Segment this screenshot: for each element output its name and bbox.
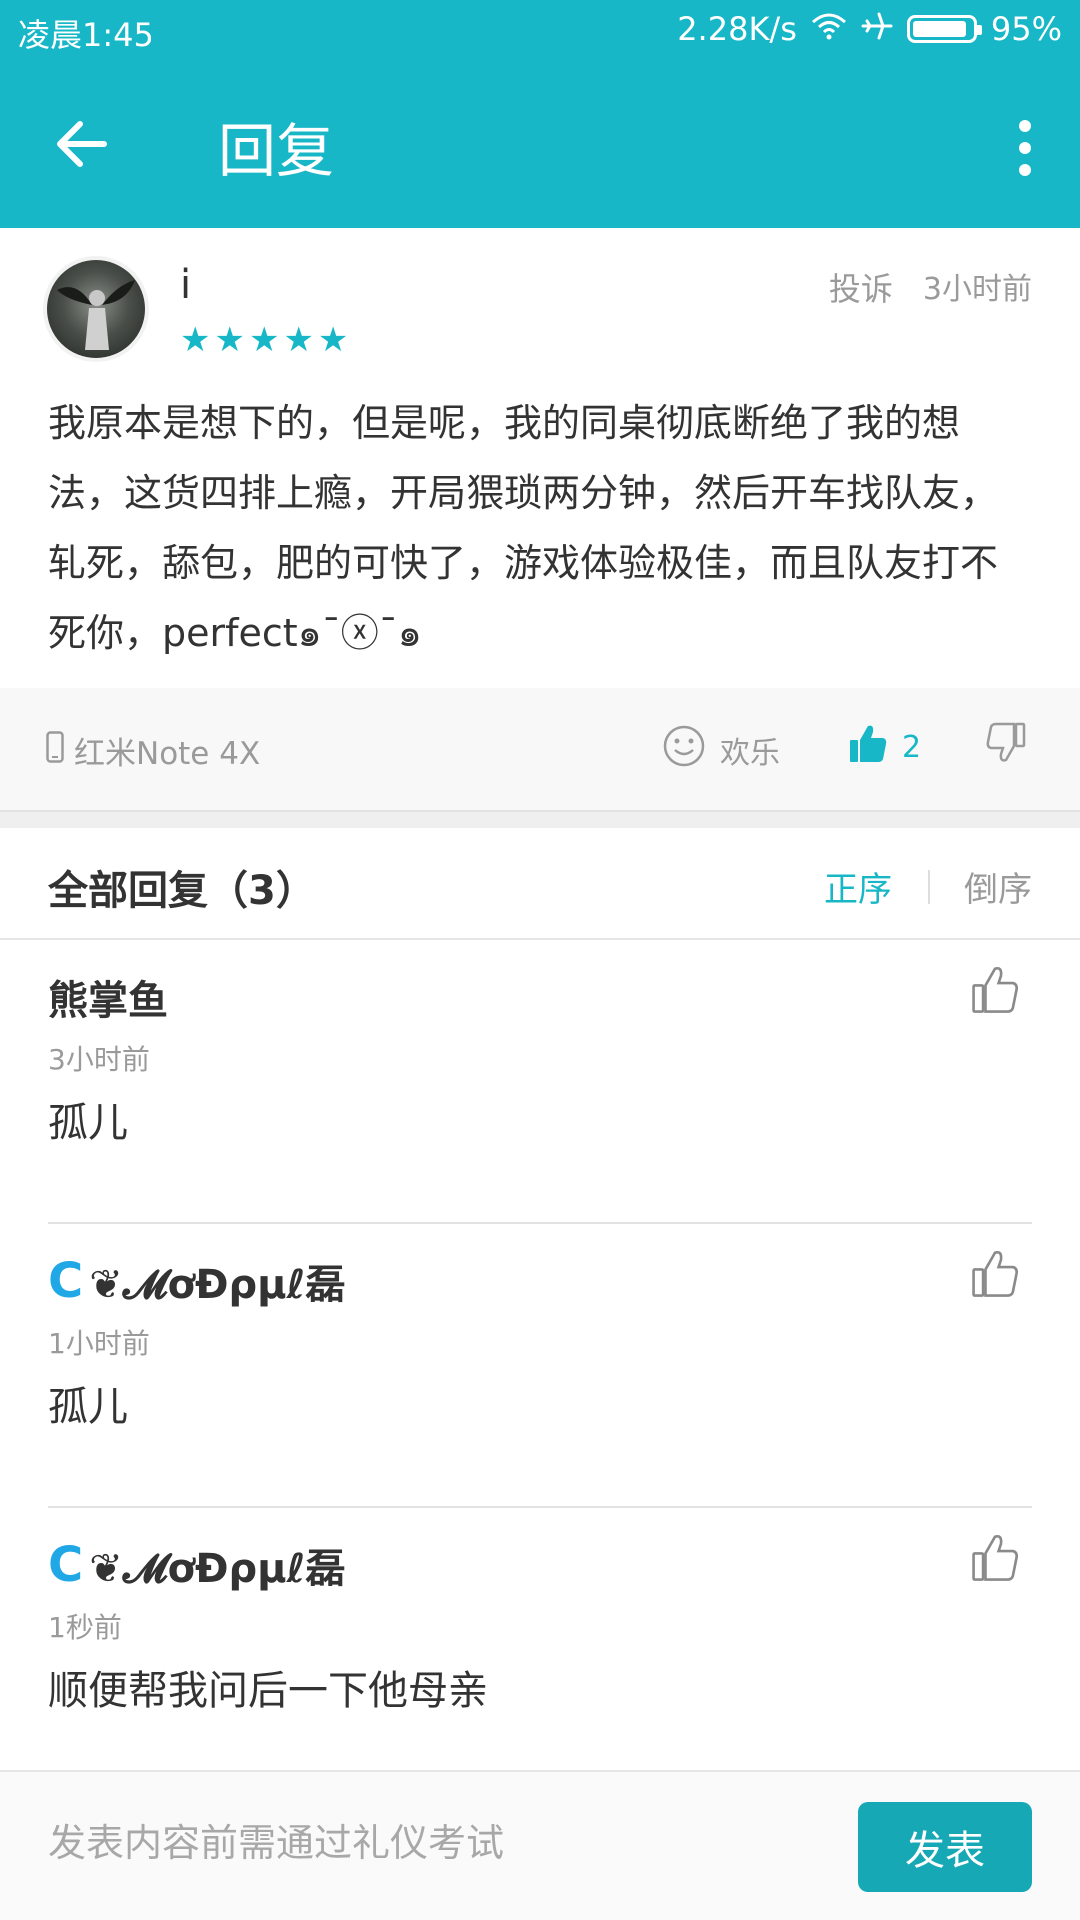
- sort-ascending-button[interactable]: 正序: [824, 862, 892, 911]
- user-badge-icon: C: [48, 1253, 84, 1309]
- reply-input[interactable]: 发表内容前需通过礼仪考试: [48, 1812, 504, 1867]
- back-arrow-icon[interactable]: [52, 114, 122, 174]
- reply-author[interactable]: C ❦𝓜ơĐρµℓ磊: [48, 1252, 345, 1310]
- like-count: 2: [902, 729, 922, 765]
- battery-percent: 95%: [990, 10, 1062, 48]
- like-button[interactable]: 2: [848, 722, 921, 772]
- post-content: 我原本是想下的，但是呢，我的同桌彻底断绝了我的想法，这货四排上瘾，开局猥琐两分钟…: [48, 401, 999, 655]
- reply-author-name: ❦𝓜ơĐρµℓ磊: [89, 1262, 346, 1308]
- mood-label: 欢乐: [720, 736, 780, 771]
- send-button[interactable]: 发表: [858, 1802, 1032, 1892]
- sort-order-toggle: 正序 倒序: [824, 862, 1032, 911]
- reply-time: 3小时前: [48, 1043, 150, 1076]
- battery-icon: [906, 15, 982, 43]
- avatar[interactable]: [43, 256, 149, 362]
- dislike-button[interactable]: [986, 722, 1026, 768]
- reply-item: C ❦𝓜ơĐρµℓ磊 1小时前 孤儿: [48, 1224, 1032, 1508]
- reply-author-name: ❦𝓜ơĐρµℓ磊: [89, 1546, 346, 1592]
- sort-descending-button[interactable]: 倒序: [964, 862, 1032, 911]
- user-badge-icon: C: [48, 1537, 84, 1593]
- reply-composer: 发表内容前需通过礼仪考试 发表: [0, 1770, 1080, 1920]
- section-divider: [0, 812, 1080, 828]
- post-meta-bar: 红米Note 4X 欢乐 2: [0, 688, 1080, 812]
- post-time: 3小时前: [922, 272, 1032, 307]
- status-indicators: 2.28K/s 95%: [677, 10, 1062, 48]
- sort-separator: [928, 869, 930, 904]
- reply-time: 1秒前: [48, 1611, 122, 1644]
- thumbs-up-icon[interactable]: [970, 1248, 1020, 1302]
- thumbs-down-icon: [986, 722, 1026, 768]
- more-options-icon[interactable]: [1010, 118, 1040, 178]
- mood-tag[interactable]: 欢乐: [662, 724, 780, 776]
- network-speed: 2.28K/s: [677, 10, 797, 48]
- reply-time: 1小时前: [48, 1327, 150, 1360]
- airplane-mode-icon: [861, 10, 893, 48]
- smiley-icon: [662, 724, 706, 776]
- app-bar: 回复: [0, 62, 1080, 228]
- device-info: 红米Note 4X: [46, 728, 260, 773]
- reply-author[interactable]: C ❦𝓜ơĐρµℓ磊: [48, 1536, 345, 1594]
- reply-item: 熊掌鱼 3小时前 孤儿: [48, 940, 1032, 1224]
- thumbs-up-filled-icon: [848, 722, 888, 772]
- reply-author-name: 熊掌鱼: [48, 978, 168, 1024]
- device-name: 红米Note 4X: [74, 736, 261, 772]
- status-bar: 凌晨1:45 2.28K/s 95%: [0, 0, 1080, 62]
- reply-author[interactable]: 熊掌鱼: [48, 968, 168, 1026]
- thumbs-up-icon[interactable]: [970, 1532, 1020, 1586]
- reply-text: 孤儿: [48, 1100, 128, 1146]
- post-username[interactable]: i: [180, 262, 191, 308]
- status-time: 凌晨1:45: [18, 16, 154, 54]
- reply-text: 孤儿: [48, 1384, 128, 1430]
- replies-count-label: 全部回复（3）: [48, 868, 316, 914]
- replies-header: 全部回复（3） 正序 倒序: [0, 828, 1080, 940]
- report-button[interactable]: 投诉: [829, 264, 893, 310]
- post-actions: 投诉 3小时前: [829, 264, 1032, 310]
- phone-icon: [46, 730, 64, 771]
- rating-stars: ★★★★★: [180, 320, 353, 360]
- page-title: 回复: [218, 117, 335, 185]
- reply-item: C ❦𝓜ơĐρµℓ磊 1秒前 顺便帮我问后一下他母亲: [48, 1508, 1032, 1792]
- thumbs-up-icon[interactable]: [970, 964, 1020, 1018]
- wifi-icon: [811, 10, 847, 48]
- reply-text: 顺便帮我问后一下他母亲: [48, 1668, 488, 1714]
- review-post: i ★★★★★ 投诉 3小时前 我原本是想下的，但是呢，我的同桌彻底断绝了我的想…: [0, 228, 1080, 688]
